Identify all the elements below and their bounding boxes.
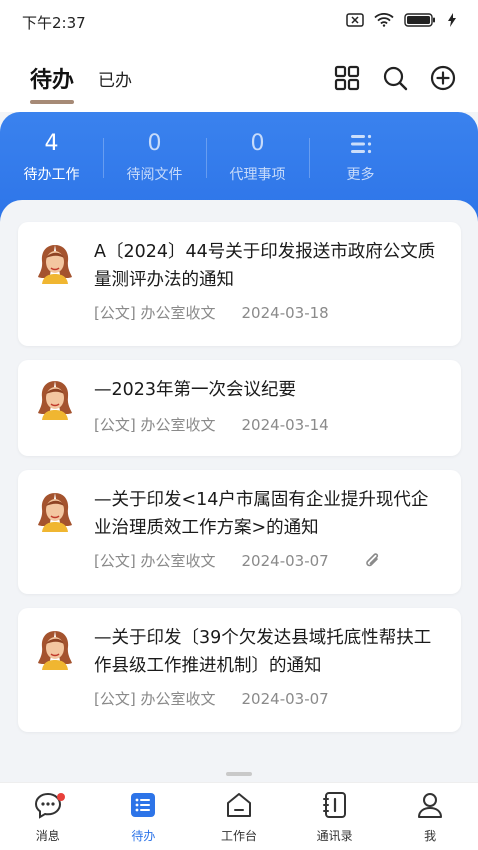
stat-label: 代理事项 xyxy=(229,167,286,183)
tab-done[interactable]: 已办 xyxy=(98,66,132,91)
nav-label: 我 xyxy=(424,829,437,843)
item-meta: [公文] 办公室收文 2024-03-07 xyxy=(94,688,329,709)
todo-list: A〔2024〕44号关于印发报送市政府公文质量测评办法的通知 [公文] 办公室收… xyxy=(0,200,478,750)
search-icon[interactable] xyxy=(382,65,408,91)
home-icon xyxy=(225,791,253,823)
charging-icon xyxy=(448,13,456,31)
nav-pending[interactable]: 待办 xyxy=(96,783,192,850)
list-item[interactable]: A〔2024〕44号关于印发报送市政府公文质量测评办法的通知 [公文] 办公室收… xyxy=(18,222,461,346)
sim-off-icon xyxy=(346,13,364,31)
item-meta: [公文] 办公室收文 2024-03-14 xyxy=(94,414,329,435)
stat-value: 0 xyxy=(147,131,162,156)
top-bar: 待办 已办 xyxy=(0,44,478,112)
user-icon xyxy=(416,791,444,823)
more-icon xyxy=(349,130,373,158)
contacts-icon xyxy=(321,791,349,823)
wifi-icon xyxy=(374,13,394,31)
item-source: 办公室收文 xyxy=(140,416,216,434)
item-meta: [公文] 办公室收文 2024-03-07 xyxy=(94,550,329,571)
stat-label: 更多 xyxy=(346,167,375,183)
status-time: 下午2:37 xyxy=(22,13,86,32)
bottom-nav: 消息 待办 工作台 通讯录 我 xyxy=(0,782,478,850)
stat-value: 4 xyxy=(44,131,59,156)
nav-contacts[interactable]: 通讯录 xyxy=(287,783,383,850)
tab-pending-label: 待办 xyxy=(30,68,75,93)
nav-label: 待办 xyxy=(131,829,156,843)
tab-indicator xyxy=(30,100,75,104)
drag-handle[interactable] xyxy=(226,772,252,776)
grid-icon[interactable] xyxy=(334,65,360,91)
status-bar: 下午2:37 xyxy=(0,0,478,44)
item-date: 2024-03-07 xyxy=(241,551,329,570)
battery-icon xyxy=(404,13,438,31)
avatar xyxy=(36,378,74,420)
item-type: [公文] xyxy=(94,416,136,434)
nav-label: 通讯录 xyxy=(316,829,353,843)
unread-dot xyxy=(57,793,65,801)
item-type: [公文] xyxy=(94,690,136,708)
item-source: 办公室收文 xyxy=(140,690,216,708)
list-item[interactable]: —关于印发<14户市属固有企业提升现代企业治理质效工作方案>的通知 [公文] 办… xyxy=(18,470,461,594)
item-meta: [公文] 办公室收文 2024-03-18 xyxy=(94,302,329,323)
avatar xyxy=(36,242,74,284)
nav-label: 消息 xyxy=(35,829,60,843)
stat-label: 待办工作 xyxy=(23,167,80,183)
nav-me[interactable]: 我 xyxy=(382,783,478,850)
list-icon xyxy=(129,791,157,823)
item-date: 2024-03-14 xyxy=(241,415,329,434)
nav-workbench[interactable]: 工作台 xyxy=(191,783,287,850)
stat-value: 0 xyxy=(250,131,265,156)
item-date: 2024-03-18 xyxy=(241,303,329,322)
item-source: 办公室收文 xyxy=(140,552,216,570)
tab-pending[interactable]: 待办 xyxy=(30,62,75,104)
stat-label: 待阅文件 xyxy=(126,167,183,183)
nav-label: 工作台 xyxy=(220,829,257,843)
avatar xyxy=(36,628,74,670)
item-title: —关于印发〔39个欠发达县域托底性帮扶工作县级工作推进机制〕的通知 xyxy=(94,628,432,676)
item-date: 2024-03-07 xyxy=(241,689,329,708)
nav-messages[interactable]: 消息 xyxy=(0,783,96,850)
item-source: 办公室收文 xyxy=(140,304,216,322)
list-item[interactable]: —2023年第一次会议纪要 [公文] 办公室收文 2024-03-14 xyxy=(18,360,461,456)
item-title: —关于印发<14户市属固有企业提升现代企业治理质效工作方案>的通知 xyxy=(94,490,429,538)
add-icon[interactable] xyxy=(430,65,456,91)
item-type: [公文] xyxy=(94,552,136,570)
list-item[interactable]: —关于印发〔39个欠发达县域托底性帮扶工作县级工作推进机制〕的通知 [公文] 办… xyxy=(18,608,461,732)
attachment-icon xyxy=(365,552,381,574)
item-title: —2023年第一次会议纪要 xyxy=(94,380,297,400)
item-type: [公文] xyxy=(94,304,136,322)
avatar xyxy=(36,490,74,532)
item-title: A〔2024〕44号关于印发报送市政府公文质量测评办法的通知 xyxy=(94,242,436,290)
